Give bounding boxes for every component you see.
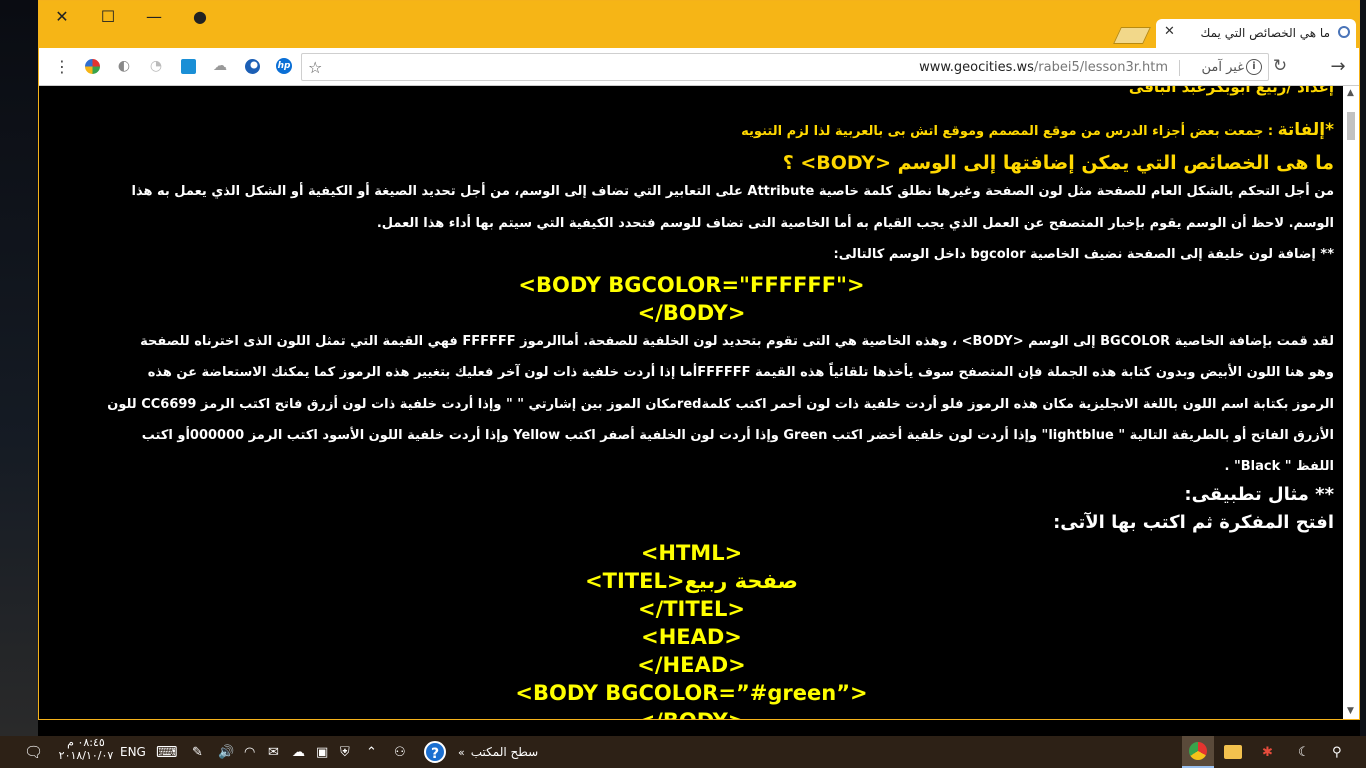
hp-icon[interactable]: hp [275,57,293,75]
code-line: </BODY> [637,301,746,325]
extension-icon[interactable] [83,57,101,75]
separator [1179,60,1180,76]
extension-icon[interactable] [179,57,197,75]
extension-icon[interactable]: ◔ [147,57,165,75]
url-path: /rabei5/lesson3r.htm [1033,60,1168,75]
security-label[interactable]: غير آمن [1202,60,1245,75]
close-window-button[interactable]: ✕ [39,1,85,31]
file-explorer-icon[interactable] [1224,742,1242,762]
desktop-label: سطح المكتب [470,745,539,759]
code-line: </BODY> [39,709,1344,719]
pen-icon[interactable]: ✎ [192,742,203,762]
maximize-button[interactable]: ☐ [85,1,131,31]
scroll-down-icon[interactable]: ▼ [1347,706,1354,716]
game-app-icon[interactable]: ✱ [1262,742,1273,762]
scroll-thumb[interactable] [1347,112,1355,140]
help-icon[interactable]: ? [424,741,446,763]
url-text[interactable]: www.geocities.ws/rabei5/lesson3r.htm [919,60,1168,75]
code-line: <HTML> [640,541,743,565]
code-line: <BODY BGCOLOR="FFFFFF"> [518,273,865,297]
cloud-icon[interactable]: ☁ [292,742,305,762]
page-content: إعداد /ربيع ابوبكرعبد الباقى *إلفاتة : ج… [39,86,1344,719]
taskbar: 🗨 ٠٨:٤٥ م ٢٠١٨/١٠/٠٧ ENG ⌨ ✎ 🔊 ◠ ✉ ☁ ▣ ⛨… [0,736,1366,768]
paragraph-line: لقد قمت بإضافة الخاصية BGCOLOR إلى الوسم… [140,334,1334,349]
code-line: </TITEL> [637,597,746,621]
paragraph-line: الأزرق الفاتح أو بالطريقة التالية " ligh… [141,428,1334,443]
globe-icon [1338,26,1350,38]
title-bar: ✕ ☐ — ● ✕ ما هي الخصائص التي يمك [39,1,1359,48]
tab-title: ما هي الخصائص التي يمك [1200,26,1330,40]
paragraph-line: اللفظ " Black" . [1224,459,1335,474]
example-instruction: افتح المفكرة ثم اكتب بها الآتى: [1053,512,1334,533]
message-icon[interactable]: ✉ [268,742,279,762]
search-icon[interactable]: ⚲ [1332,742,1342,762]
desktop-wallpaper [0,0,38,736]
volume-icon[interactable]: 🔊 [218,742,234,762]
clock-date: ٢٠١٨/١٠/٠٧ [58,749,114,762]
clock[interactable]: ٠٨:٤٥ م ٢٠١٨/١٠/٠٧ [58,736,114,762]
paragraph-line: الوسم. لاحظ أن الوسم يقوم بإخبار المتصفح… [376,216,1334,231]
extension-icon[interactable]: ◐ [115,57,133,75]
scrollbar[interactable]: ▲ ▼ [1343,86,1359,719]
scroll-up-icon[interactable]: ▲ [1347,88,1354,98]
code-line: </HEAD> [637,653,746,677]
language-indicator[interactable]: ENG [120,742,146,762]
paragraph-line: وهو هنا اللون الأبيض وبدون كتابة هذه الج… [147,365,1334,380]
tab-close-icon[interactable]: ✕ [1164,24,1175,39]
note-label: *إلفاتة [1277,120,1334,140]
note-line: *إلفاتة : جمعت بعض أجزاء الدرس من موقع ا… [741,120,1334,140]
clock-time: ٠٨:٤٥ م [67,736,105,749]
network-icon[interactable]: ▣ [316,742,328,762]
menu-icon[interactable]: ⋮ [53,57,71,76]
minimize-button[interactable]: — [131,1,177,31]
bgcolor-intro: ** إضافة لون خليفة إلى الصفحة نضيف الخاص… [833,247,1334,262]
profile-icon[interactable]: ● [177,1,223,31]
keyboard-icon[interactable]: ⌨ [156,742,178,762]
extension-icon[interactable]: ☁ [211,57,229,75]
people-icon[interactable]: ⚇ [394,742,406,762]
chevron-icon: » [458,745,465,759]
star-icon[interactable]: ☆ [308,58,322,77]
url-domain: www.geocities.ws [919,60,1034,75]
notification-icon[interactable]: 🗨 [24,742,43,762]
extension-icon[interactable] [243,57,261,75]
browser-tab[interactable]: ✕ ما هي الخصائص التي يمك [1156,19,1356,48]
shield-icon[interactable]: ⛨ [340,742,350,762]
new-tab-button[interactable] [1113,27,1151,44]
author-line: إعداد /ربيع ابوبكرعبد الباقى [1128,86,1334,96]
back-icon[interactable]: → [1329,56,1347,77]
code-line: <BODY BGCOLOR=”#green”> [515,681,868,705]
reload-icon[interactable]: ↻ [1271,56,1289,76]
chrome-taskbar-button[interactable] [1182,736,1214,768]
code-line: <TITEL>صفحة ربيع [585,569,798,593]
edge-icon[interactable]: ☾ [1298,742,1310,762]
address-bar[interactable]: ☆ www.geocities.ws/rabei5/lesson3r.htm غ… [301,53,1269,81]
paragraph-line: الرموز بكتابة اسم اللون باللغة الانجليزي… [107,397,1334,412]
desktop-wallpaper-right [1360,0,1366,736]
info-icon[interactable]: i [1246,59,1262,75]
page-heading: ما هى الخصائص التي يمكن إضافتها إلى الوس… [782,152,1334,174]
paragraph-line: من أجل التحكم بالشكل العام للصفحة مثل لو… [131,184,1334,199]
browser-window: ✕ ☐ — ● ✕ ما هي الخصائص التي يمك ⋮ ◐ ◔ ☁… [38,0,1360,720]
note-text: : جمعت بعض أجزاء الدرس من موقع المصمم وم… [741,124,1274,139]
desktop-toolbar[interactable]: سطح المكتب » [458,742,538,762]
code-line: <HEAD> [641,625,742,649]
wifi-icon[interactable]: ◠ [244,742,255,762]
example-title: ** مثال تطبيقى: [1184,484,1334,505]
browser-toolbar: ⋮ ◐ ◔ ☁ hp ☆ www.geocities.ws/rabei5/les… [39,48,1359,86]
chevron-up-icon[interactable]: ⌃ [366,742,377,762]
